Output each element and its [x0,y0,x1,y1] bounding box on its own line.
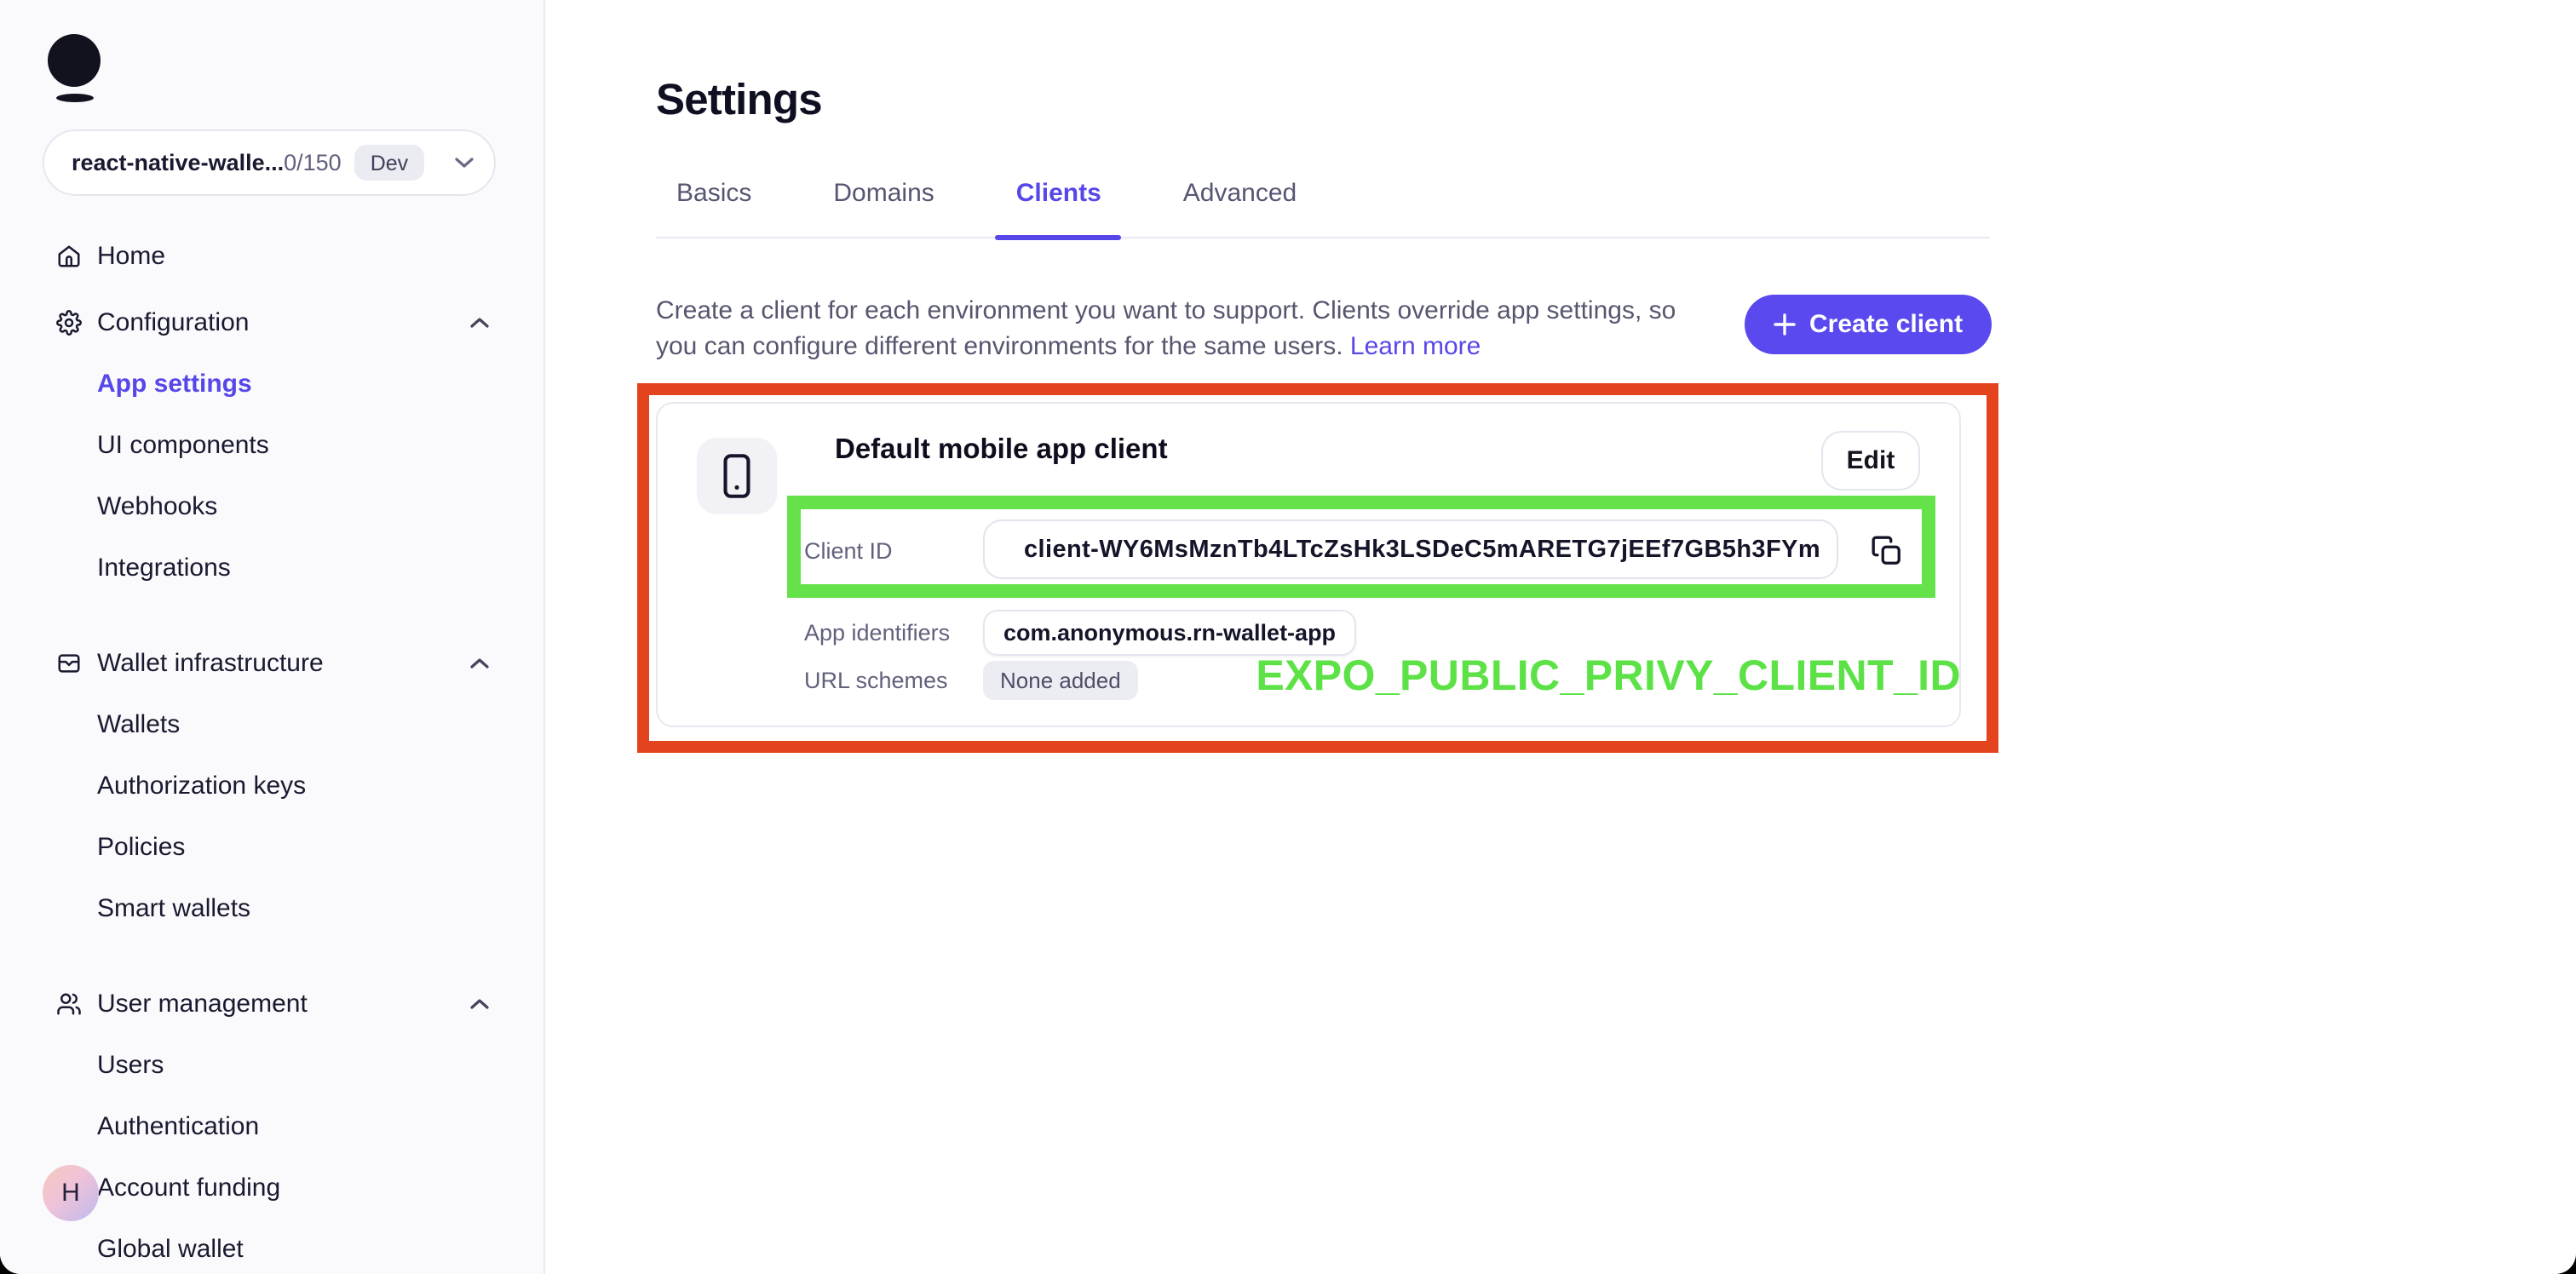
url-schemes-value: None added [1000,668,1121,693]
privy-logo [48,34,101,87]
annotation-env-var-label: EXPO_PUBLIC_PRIVY_CLIENT_ID [1256,652,1961,702]
workspace-name: react-native-walle... [72,150,284,175]
page-title: Settings [656,77,822,126]
sidebar-item-label: UI components [97,430,269,459]
sidebar-item-app-settings[interactable]: App settings [0,353,545,414]
sidebar-item-users[interactable]: Users [0,1034,545,1095]
sidebar-item-label: Policies [97,832,185,861]
home-icon [56,243,82,268]
sidebar-section-user-management[interactable]: User management [0,973,545,1034]
sidebar-item-label: Authentication [97,1111,259,1140]
sidebar-item-integrations[interactable]: Integrations [0,537,545,598]
sidebar-section-configuration[interactable]: Configuration [0,291,545,353]
sidebar-item-label: Account funding [97,1173,280,1202]
tab-label: Clients [1016,179,1101,208]
sidebar-item-policies[interactable]: Policies [0,816,545,877]
tab-label: Domains [833,179,934,208]
learn-more-link[interactable]: Learn more [1350,333,1481,362]
gear-icon [56,309,82,335]
avatar-initial: H [61,1179,80,1208]
users-icon [56,990,82,1016]
sidebar-item-authorization-keys[interactable]: Authorization keys [0,755,545,816]
chevron-up-icon [470,997,489,1009]
sidebar-item-webhooks[interactable]: Webhooks [0,475,545,537]
sidebar-item-authentication[interactable]: Authentication [0,1095,545,1156]
tab-domains[interactable]: Domains [813,179,954,237]
copy-icon [1871,535,1903,569]
sidebar-item-wallets[interactable]: Wallets [0,693,545,755]
wallet-infrastructure-icon [56,650,82,675]
tab-active-underline [996,234,1122,240]
clients-description: Create a client for each environment you… [656,293,1746,365]
sidebar-nav: Home Configuration App settings UI compo… [0,225,545,1274]
browser-viewport: react-native-walle... 0/150 Dev Home [0,0,2576,1274]
create-client-label: Create client [1809,310,1963,339]
tab-clients[interactable]: Clients [996,179,1122,237]
workspace-selector[interactable]: react-native-walle... 0/150 Dev [43,129,496,196]
app-identifiers-label: App identifiers [804,620,950,646]
sidebar-item-label: Smart wallets [97,893,250,922]
edit-button[interactable]: Edit [1821,431,1920,491]
sidebar-item-label: Wallets [97,709,180,738]
sidebar-item-label: Wallet infrastructure [97,648,324,677]
sidebar: react-native-walle... 0/150 Dev Home [0,0,545,1274]
description-line-2: you can configure different environments… [656,333,1343,362]
privy-logo-shadow [56,94,94,102]
tab-label: Basics [676,179,751,208]
sidebar-section-wallet-infrastructure[interactable]: Wallet infrastructure [0,632,545,693]
client-card-title: Default mobile app client [835,434,1168,467]
tab-basics[interactable]: Basics [656,179,772,237]
client-id-label: Client ID [804,538,893,564]
mobile-phone-icon [721,451,753,501]
description-line-1: Create a client for each environment you… [656,296,1676,325]
chevron-down-icon [455,157,474,169]
create-client-button[interactable]: Create client [1745,295,1992,354]
mobile-client-tile [697,438,777,514]
sidebar-item-label: App settings [97,369,252,398]
app-identifier-badge: com.anonymous.rn-wallet-app [983,610,1356,656]
sidebar-item-label: Global wallet [97,1234,244,1263]
tab-label: Advanced [1183,179,1297,208]
sidebar-item-label: User management [97,989,308,1018]
plus-icon [1774,313,1796,336]
url-schemes-badge: None added [983,661,1138,700]
sidebar-item-home[interactable]: Home [0,225,545,286]
sidebar-item-ui-components[interactable]: UI components [0,414,545,475]
settings-tabs: Basics Domains Clients Advanced [656,179,1990,238]
user-avatar[interactable]: H [43,1165,99,1221]
client-id-value: client-WY6MsMznTb4LTcZsHk3LSDeC5mARETG7j… [1024,536,1820,563]
sidebar-item-label: Integrations [97,553,231,582]
app-identifier-value: com.anonymous.rn-wallet-app [1003,620,1336,646]
sidebar-item-label: Webhooks [97,491,217,520]
sidebar-item-global-wallet[interactable]: Global wallet [0,1218,545,1274]
privy-dashboard-window: react-native-walle... 0/150 Dev Home [0,0,2576,1274]
sidebar-item-label: Authorization keys [97,771,306,800]
workspace-usage: 0/150 [284,150,342,175]
sidebar-item-label: Users [97,1050,164,1079]
tab-advanced[interactable]: Advanced [1163,179,1317,237]
sidebar-item-label: Configuration [97,307,249,336]
environment-badge: Dev [355,145,423,181]
url-schemes-label: URL schemes [804,668,948,693]
chevron-up-icon [470,316,489,328]
sidebar-item-label: Home [97,241,165,270]
client-id-input[interactable]: client-WY6MsMznTb4LTcZsHk3LSDeC5mARETG7j… [983,519,1838,579]
chevron-up-icon [470,657,489,669]
sidebar-item-smart-wallets[interactable]: Smart wallets [0,877,545,938]
copy-button[interactable] [1871,535,1905,569]
